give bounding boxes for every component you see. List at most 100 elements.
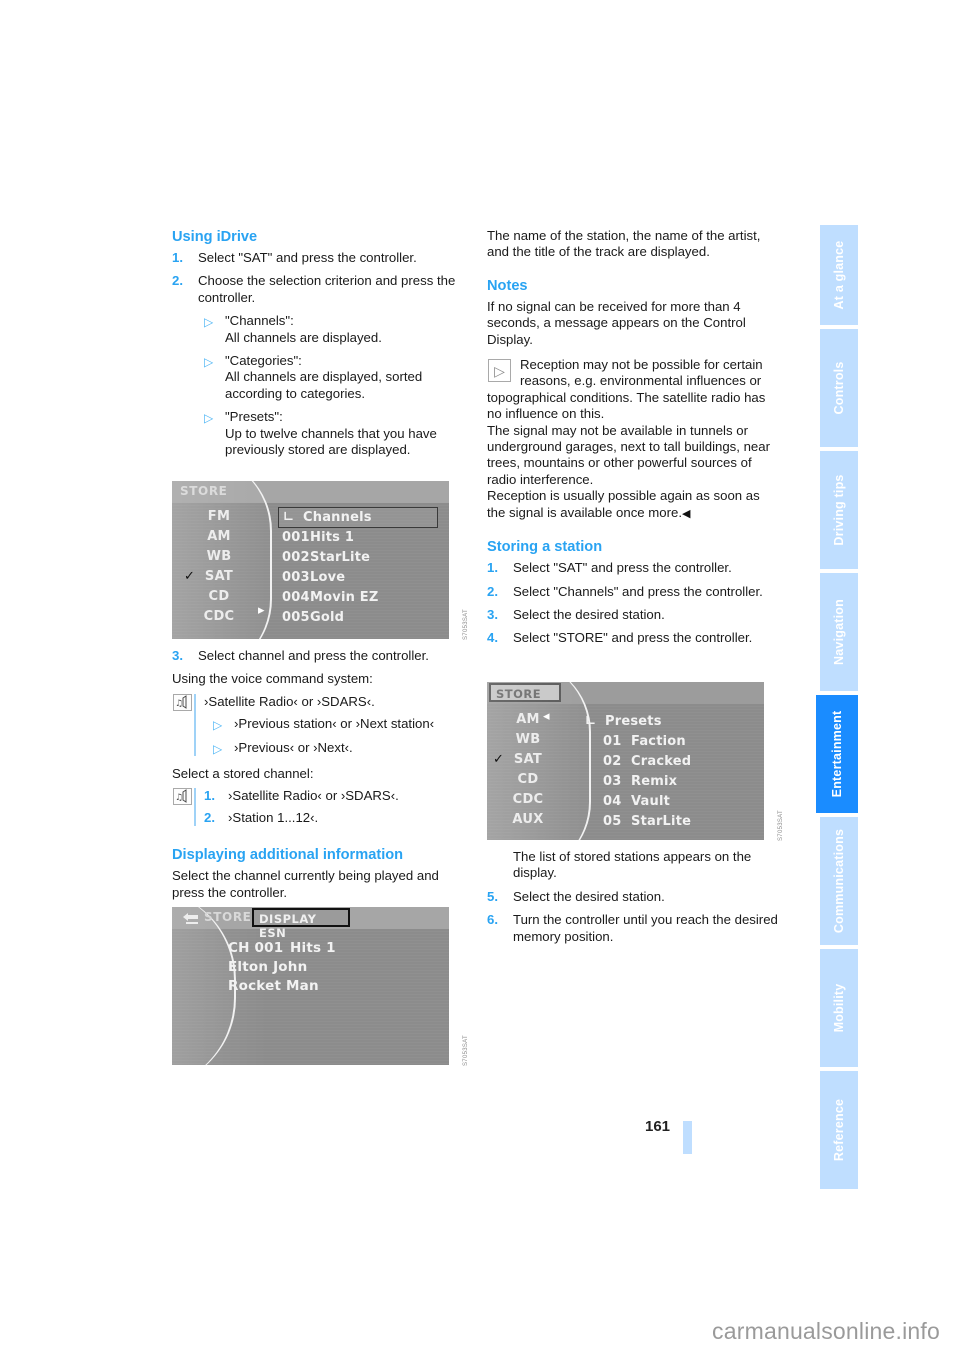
channel-number: 002 — [282, 550, 310, 565]
screen-now-playing: CH 001 Hits 1 Elton John Rocket Man — [228, 939, 336, 996]
source-item-cd[interactable]: CD — [491, 770, 565, 790]
source-item-am[interactable]: AM — [182, 527, 256, 547]
source-label: CD — [208, 589, 230, 604]
list-item[interactable]: 005Gold — [278, 608, 438, 628]
tab-label: Navigation — [832, 599, 846, 665]
checkmark-icon: ✓ — [184, 569, 196, 584]
screen-preset-list: ∟ Presets 01 Faction 02 Cracked 03 Remix 04 V… — [581, 712, 741, 832]
source-item-cdc[interactable]: CDC — [182, 607, 256, 627]
list-item[interactable]: 03 Remix — [581, 772, 741, 792]
bullet-title: "Presets": — [225, 409, 283, 425]
heading-using-idrive: Using iDrive — [172, 229, 258, 245]
tab-entertainment[interactable]: Entertainment — [816, 695, 858, 813]
list-item[interactable]: 001Hits 1 — [278, 528, 438, 548]
step-text: Select the desired station. — [513, 606, 665, 622]
tab-controls[interactable]: Controls — [820, 329, 858, 447]
storing-steps-continued: 5. Select the desired station. 6. Turn t… — [487, 889, 779, 945]
source-item-sat[interactable]: ✓ SAT — [182, 567, 256, 587]
list-item[interactable]: 02 Cracked — [581, 752, 741, 772]
step-item: 1. Select "SAT" and press the controller… — [172, 250, 464, 266]
step-item: 2. Select "Channels" and press the contr… — [487, 584, 779, 600]
heading-storing-a-station: Storing a station — [487, 539, 603, 556]
back-arrow-icon[interactable] — [182, 911, 198, 924]
screen-pointer-arrow: ▸ — [258, 603, 265, 618]
bullet-title: "Channels": — [225, 313, 294, 329]
source-label: WB — [515, 732, 541, 747]
voice-command-icon: ♫ — [173, 788, 192, 806]
source-label: AM — [207, 529, 231, 544]
screen-store-label[interactable]: STORE — [204, 910, 251, 924]
voice-command-main: ›Satellite Radio‹ or ›SDARS‹. — [204, 693, 375, 709]
source-item-wb[interactable]: WB — [182, 547, 256, 567]
svg-text:♫: ♫ — [175, 793, 183, 803]
list-item[interactable]: 002StarLite — [278, 548, 438, 568]
stored-channel-steps: 1. ›Satellite Radio‹ or ›SDARS‹. 2. ›Sta… — [204, 788, 464, 826]
idrive-screen-channels: STORE FM AM WB ✓ SAT CD CDC ▸ — [172, 481, 449, 639]
step-text: Choose the selection criterion and press… — [198, 273, 456, 305]
step-number: 2. — [204, 809, 215, 825]
source-item-cd[interactable]: CD — [182, 587, 256, 607]
chapter-tab-strip: At a glance Controls Driving tips Naviga… — [816, 225, 858, 1189]
preset-number: 01 — [603, 734, 622, 749]
up-directory-icon: ∟ — [585, 714, 597, 729]
voice-block-rule — [194, 693, 196, 757]
list-item[interactable]: 05 StarLite — [581, 812, 741, 832]
list-item[interactable]: 01 Faction — [581, 732, 741, 752]
displaying-text: Select the channel currently being playe… — [172, 868, 439, 900]
list-item: ▷ "Presets": Up to twelve channels that … — [203, 409, 464, 458]
idrive-screen-esn: STORE DISPLAY ESN CH 001 Hits 1 Elton Joh… — [172, 907, 449, 1065]
channel-number: 001 — [282, 530, 310, 545]
list-item[interactable]: 004Movin EZ — [278, 588, 438, 608]
triangle-bullet-icon: ▷ — [204, 411, 214, 426]
voice-block-rule — [194, 788, 196, 827]
preset-number: 03 — [603, 774, 622, 789]
triangle-bullet-icon: ▷ — [213, 718, 223, 733]
tab-reference[interactable]: Reference — [820, 1071, 858, 1189]
tab-communications[interactable]: Communications — [820, 817, 858, 945]
step-text: Select channel and press the controller. — [198, 648, 429, 663]
source-item-am[interactable]: AM — [491, 710, 565, 730]
list-item-channels-header[interactable]: ∟ Channels — [278, 507, 438, 528]
storing-steps: 1. Select "SAT" and press the controller… — [487, 560, 779, 647]
list-item-label: Love — [310, 570, 346, 585]
list-item-label: Channels — [303, 510, 372, 525]
step-number: 1. — [172, 250, 183, 265]
source-item-wb[interactable]: WB — [491, 730, 565, 750]
list-item[interactable]: 04 Vault — [581, 792, 741, 812]
list-item[interactable]: 003Love — [278, 568, 438, 588]
list-item-label: Hits 1 — [310, 530, 355, 545]
now-playing-channel-row: CH 001 Hits 1 — [228, 939, 336, 958]
left-text-column-continued: 3. Select channel and press the controll… — [172, 648, 464, 901]
tab-at-a-glance[interactable]: At a glance — [820, 225, 858, 325]
footer-watermark: carmanualsonline.info — [712, 1318, 940, 1344]
preset-number: 05 — [603, 814, 622, 829]
list-item-label: Movin EZ — [310, 590, 379, 605]
screen-display-esn-button[interactable]: DISPLAY ESN — [252, 908, 350, 940]
voice-command-block: ♫ ›Satellite Radio‹ or ›SDARS‹. ▷ ›Previ… — [172, 693, 464, 757]
step-text: ›Station 1...12‹. — [228, 809, 319, 825]
right-text-column-continued: The list of stored stations appears on t… — [487, 849, 779, 952]
source-item-cdc[interactable]: CDC — [491, 790, 565, 810]
heading-notes: Notes — [487, 277, 528, 294]
list-item-presets-header[interactable]: ∟ Presets — [581, 712, 741, 732]
notes-paragraph-2: topographical conditions. The satellite … — [487, 389, 766, 422]
source-item-sat[interactable]: ✓ SAT — [491, 750, 565, 770]
step-number: 1. — [204, 788, 215, 804]
source-item-aux[interactable]: AUX — [491, 810, 565, 830]
tab-driving-tips[interactable]: Driving tips — [820, 451, 858, 569]
tab-navigation[interactable]: Navigation — [820, 573, 858, 691]
preset-number: 02 — [603, 754, 622, 769]
channel-select-step: 3. Select channel and press the controll… — [172, 648, 464, 664]
tab-mobility[interactable]: Mobility — [820, 949, 858, 1067]
screen-pointer-arrow: ◂ — [543, 709, 550, 724]
note-triangle-icon: ▷ — [488, 359, 511, 383]
step-text: Turn the controller until you reach the … — [513, 912, 778, 944]
bullet-text: Up to twelve channels that you have prev… — [225, 425, 437, 458]
screen-channel-list: ∟ Channels 001Hits 1 002StarLite 003Love … — [278, 507, 438, 628]
list-item-label: Vault — [631, 794, 671, 809]
voice-command-icon: ♫ — [173, 693, 192, 711]
source-item-fm[interactable]: FM — [182, 507, 256, 527]
note-icon-text: Reception may not be possible for certai… — [520, 357, 763, 389]
notes-paragraph-4-text: Reception is usually possible again as s… — [487, 488, 760, 520]
notes-paragraph-1: If no signal can be received for more th… — [487, 298, 746, 347]
